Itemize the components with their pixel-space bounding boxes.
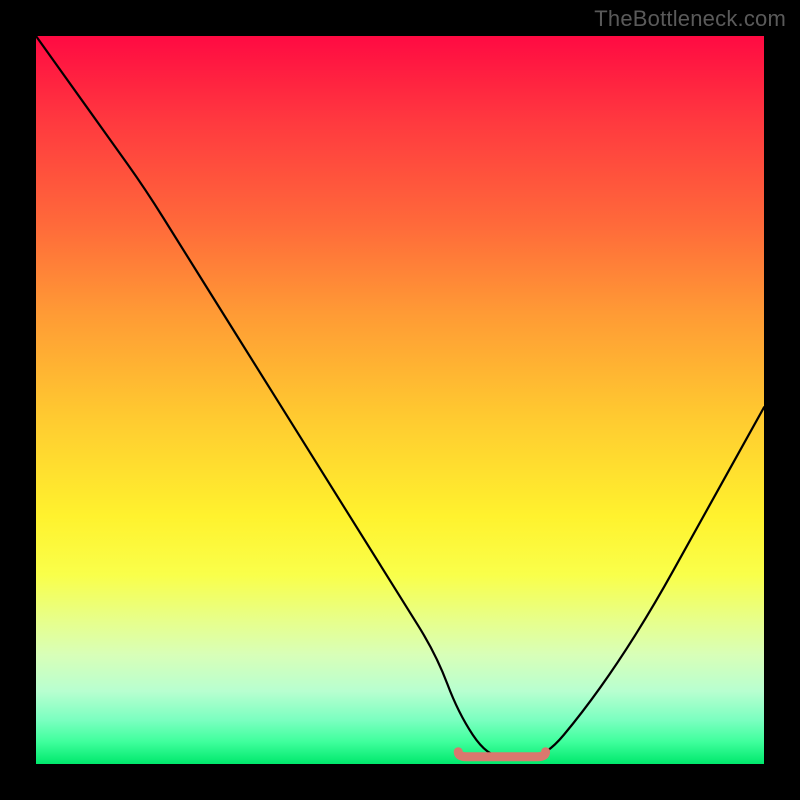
valley-marker [458,752,545,757]
curve-svg [36,36,764,764]
chart-frame: TheBottleneck.com [0,0,800,800]
plot-area [36,36,764,764]
watermark-text: TheBottleneck.com [594,6,786,32]
bottleneck-curve [36,36,764,757]
